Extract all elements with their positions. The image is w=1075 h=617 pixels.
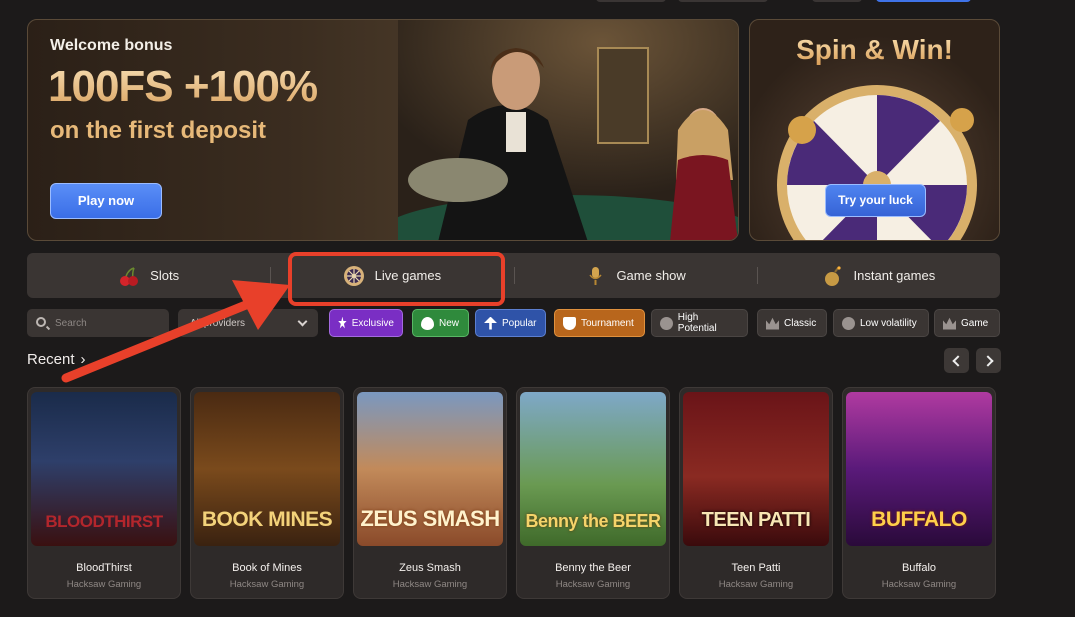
chip-popular[interactable]: Popular bbox=[475, 309, 546, 337]
star-icon bbox=[338, 316, 347, 329]
chip-exclusive[interactable]: Exclusive bbox=[329, 309, 403, 337]
spin-and-win-banner[interactable]: Spin & Win! Try your luck bbox=[749, 19, 1000, 241]
chip-low-volatility[interactable]: Low volatility bbox=[833, 309, 929, 337]
chevron-right-icon: › bbox=[80, 351, 86, 368]
microphone-icon bbox=[589, 266, 603, 285]
tab-instant-games[interactable]: Instant games bbox=[756, 253, 1000, 298]
chip-label: Classic bbox=[784, 317, 817, 329]
crown-icon bbox=[766, 317, 779, 330]
carousel-prev-button[interactable] bbox=[944, 348, 969, 373]
chip-label: Low volatility bbox=[860, 317, 917, 329]
game-card[interactable]: TEEN PATTI Teen Patti Hacksaw Gaming bbox=[679, 387, 833, 599]
chip-label: High Potential bbox=[677, 312, 717, 334]
tab-label: Game show bbox=[616, 268, 686, 283]
game-name: Teen Patti bbox=[731, 562, 781, 574]
game-provider: Hacksaw Gaming bbox=[718, 579, 794, 590]
game-thumbnail: BLOODTHIRST bbox=[31, 392, 177, 546]
chip-label: Game bbox=[961, 317, 989, 329]
provider-select[interactable]: All providers bbox=[178, 309, 318, 337]
bonus-subline: on the first deposit bbox=[50, 117, 266, 144]
game-art-title: BLOODTHIRST bbox=[45, 512, 163, 531]
chevron-down-icon bbox=[297, 316, 308, 327]
top-bar-item[interactable] bbox=[596, 0, 666, 2]
search-input[interactable]: Search bbox=[27, 309, 169, 337]
game-name: BloodThirst bbox=[76, 562, 132, 574]
recent-title-label: Recent bbox=[27, 351, 75, 368]
game-name: Book of Mines bbox=[232, 562, 302, 574]
chip-label: Tournament bbox=[581, 317, 634, 329]
filter-row: Search All providers Exclusive New Popul… bbox=[27, 309, 1000, 337]
tab-game-show[interactable]: Game show bbox=[513, 253, 757, 298]
cherries-icon bbox=[120, 266, 139, 286]
chip-classic[interactable]: Classic bbox=[757, 309, 827, 337]
play-now-button[interactable]: Play now bbox=[50, 183, 162, 219]
game-thumbnail: BUFFALO bbox=[846, 392, 992, 546]
chip-high-potential[interactable]: High Potential bbox=[651, 309, 748, 337]
game-provider: Hacksaw Gaming bbox=[229, 579, 305, 590]
game-card[interactable]: BOOK MINES Book of Mines Hacksaw Gaming bbox=[190, 387, 344, 599]
tab-slots[interactable]: Slots bbox=[27, 253, 270, 298]
chip-game[interactable]: Game bbox=[934, 309, 1000, 337]
chip-label: New bbox=[439, 317, 460, 329]
tab-label: Instant games bbox=[853, 268, 936, 283]
search-placeholder: Search bbox=[55, 317, 87, 329]
tab-label: Slots bbox=[150, 268, 180, 283]
game-name: Zeus Smash bbox=[399, 562, 461, 574]
top-bar bbox=[0, 0, 1075, 12]
game-provider: Hacksaw Gaming bbox=[881, 579, 957, 590]
live-games-highlight-box bbox=[288, 252, 505, 306]
chip-label: Exclusive bbox=[351, 317, 394, 329]
category-bar: Slots Live games Game show Instant games bbox=[27, 253, 1000, 298]
crown-icon bbox=[943, 317, 956, 330]
game-card[interactable]: Benny the BEER Benny the Beer Hacksaw Ga… bbox=[516, 387, 670, 599]
trophy-icon bbox=[563, 316, 576, 330]
game-provider: Hacksaw Gaming bbox=[66, 579, 142, 590]
search-icon bbox=[36, 317, 46, 327]
chip-new[interactable]: New bbox=[412, 309, 469, 337]
game-thumbnail: Benny the BEER bbox=[520, 392, 666, 546]
game-art-title: BUFFALO bbox=[871, 508, 967, 531]
top-bar-item[interactable] bbox=[678, 0, 768, 2]
provider-value: All providers bbox=[190, 317, 246, 329]
game-card[interactable]: BUFFALO Buffalo Hacksaw Gaming bbox=[842, 387, 996, 599]
people-icon bbox=[660, 316, 673, 330]
game-thumbnail: BOOK MINES bbox=[194, 392, 340, 546]
game-art-title: Benny the BEER bbox=[525, 511, 661, 531]
casino-scene-illustration bbox=[398, 20, 738, 240]
top-bar-button[interactable] bbox=[876, 0, 971, 2]
game-thumbnail: TEEN PATTI bbox=[683, 392, 829, 546]
game-name: Benny the Beer bbox=[555, 562, 631, 574]
chip-label: Popular bbox=[502, 317, 537, 329]
game-provider: Hacksaw Gaming bbox=[555, 579, 631, 590]
game-art-title: BOOK MINES bbox=[201, 508, 333, 531]
rocket-icon bbox=[484, 316, 497, 330]
game-name: Buffalo bbox=[901, 562, 937, 574]
top-bar-item[interactable] bbox=[812, 0, 862, 2]
recent-section-title[interactable]: Recent › bbox=[27, 351, 86, 368]
arrow-down-circle-icon bbox=[842, 316, 855, 330]
chip-tournament[interactable]: Tournament bbox=[554, 309, 645, 337]
bonus-headline: 100FS +100% bbox=[48, 62, 318, 111]
bomb-icon bbox=[824, 265, 841, 286]
spin-title: Spin & Win! bbox=[750, 34, 999, 66]
carousel-next-button[interactable] bbox=[976, 348, 1001, 373]
game-art-title: ZEUS SMASH bbox=[360, 506, 500, 531]
welcome-label: Welcome bonus bbox=[50, 37, 173, 54]
game-provider: Hacksaw Gaming bbox=[392, 579, 468, 590]
game-art-title: TEEN PATTI bbox=[701, 509, 811, 531]
game-card[interactable]: BLOODTHIRST BloodThirst Hacksaw Gaming bbox=[27, 387, 181, 599]
game-card[interactable]: ZEUS SMASH Zeus Smash Hacksaw Gaming bbox=[353, 387, 507, 599]
flame-icon bbox=[421, 316, 434, 330]
welcome-bonus-banner[interactable]: Welcome bonus 100FS +100% on the first d… bbox=[27, 19, 739, 241]
try-your-luck-button[interactable]: Try your luck bbox=[825, 184, 926, 217]
game-thumbnail: ZEUS SMASH bbox=[357, 392, 503, 546]
